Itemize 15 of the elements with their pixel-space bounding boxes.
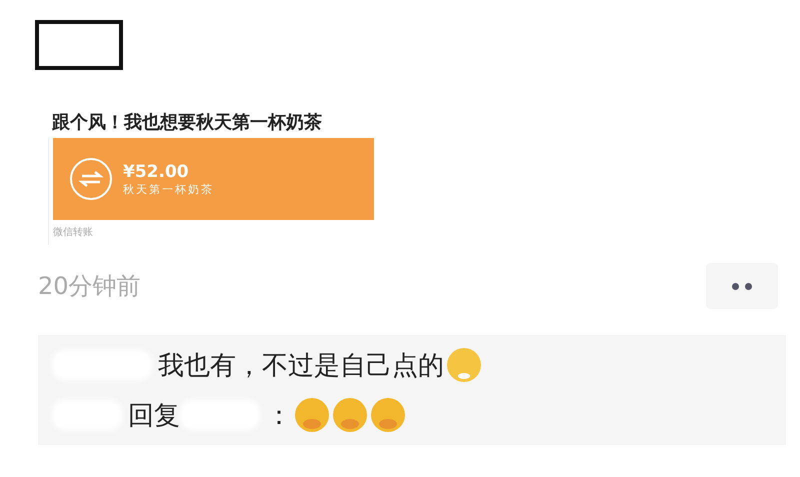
post-time: 20分钟前 [38,271,141,302]
transfer-card[interactable]: ¥52.00 秋天第一杯奶茶 [53,138,374,220]
emoji-icon [370,397,406,433]
comment-text: ： [266,400,292,432]
more-button[interactable] [706,263,778,309]
transfer-icon [69,157,113,201]
post-text: 跟个风！我也想要秋天第一杯奶茶 [52,111,323,134]
reply-label: 回复 [128,400,180,432]
transfer-source: 微信转账 [53,227,93,238]
emoji-icon [294,397,330,433]
transfer-amount: ¥52.00 [123,162,190,182]
emoji-icon [332,397,368,433]
transfer-note: 秋天第一杯奶茶 [123,182,214,196]
comment-text: 我也有，不过是自己点的 [158,350,444,382]
emoji-icon [446,347,482,383]
